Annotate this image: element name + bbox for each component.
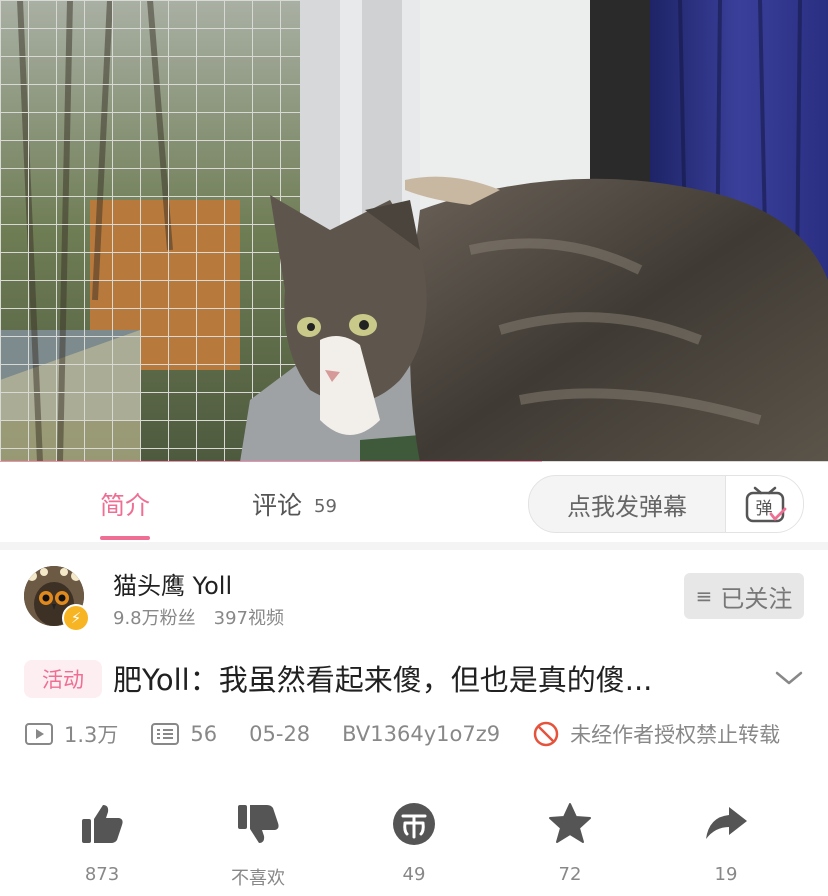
no-repost-icon — [532, 720, 560, 748]
share-icon — [706, 807, 747, 839]
tab-bar: 简介 评论 59 点我发弹幕 弹 — [0, 466, 828, 542]
thumbs-down-icon — [238, 805, 279, 843]
play-count: 1.3万 — [64, 723, 119, 747]
tab-intro[interactable]: 简介 — [100, 466, 151, 542]
thumbs-up-icon — [82, 805, 123, 843]
section-divider — [0, 542, 828, 550]
uploader-name[interactable]: 猫头鹰 Yoll — [113, 566, 232, 601]
lightning-badge-icon: ⚡ — [62, 604, 90, 632]
play-count-icon — [24, 722, 54, 746]
coin-icon — [393, 803, 435, 845]
followers-count: 9.8万粉丝 — [113, 608, 196, 629]
bvid[interactable]: BV1364y1o7z9 — [342, 722, 500, 746]
activity-tag[interactable]: 活动 — [24, 660, 102, 698]
dislike-button[interactable]: 不喜欢 — [208, 798, 308, 889]
coin-button[interactable]: 49 — [364, 798, 464, 885]
progress-fill — [0, 461, 543, 462]
danmaku-icon: 弹 — [745, 486, 787, 523]
tab-active-indicator — [100, 536, 151, 540]
danmaku-toggle-button[interactable]: 弹 — [725, 476, 803, 532]
video-player[interactable] — [0, 0, 828, 462]
comments-count: 59 — [314, 495, 337, 517]
progress-bar[interactable] — [0, 461, 828, 462]
danmaku-bar: 点我发弹幕 弹 — [528, 475, 804, 533]
menu-icon: ≡ — [695, 584, 713, 608]
danmaku-count: 56 — [190, 722, 218, 746]
danmaku-count-icon — [150, 722, 180, 746]
star-icon — [549, 803, 591, 843]
videos-count: 397视频 — [213, 608, 284, 629]
chevron-down-icon[interactable] — [774, 668, 804, 688]
video-frame — [0, 0, 828, 462]
follow-button[interactable]: ≡ 已关注 — [684, 573, 804, 619]
video-title: 肥Yoll：我虽然看起来傻，但也是真的傻... — [113, 663, 653, 697]
like-button[interactable]: 873 — [52, 798, 152, 885]
share-count: 19 — [714, 864, 738, 885]
tab-comments[interactable]: 评论 59 — [252, 466, 337, 542]
like-count: 873 — [84, 864, 120, 885]
dislike-label: 不喜欢 — [231, 868, 285, 889]
coin-count: 49 — [402, 864, 426, 885]
tab-intro-label: 简介 — [100, 491, 151, 520]
copyright-notice: 未经作者授权禁止转载 — [570, 723, 781, 747]
favorite-count: 72 — [558, 864, 582, 885]
uploader-stats: 9.8万粉丝 397视频 — [113, 604, 284, 630]
danmaku-input[interactable]: 点我发弹幕 — [529, 476, 725, 532]
tab-comments-label: 评论 — [252, 491, 303, 520]
publish-date: 05-28 — [249, 722, 311, 746]
danmaku-glyph: 弹 — [756, 499, 773, 519]
follow-label: 已关注 — [720, 584, 793, 613]
video-meta: 1.3万 56 05-28 BV1364y1o7z9 未经作者授权禁止转载 — [24, 716, 780, 752]
favorite-button[interactable]: 72 — [520, 798, 620, 885]
share-button[interactable]: 19 — [676, 798, 776, 885]
